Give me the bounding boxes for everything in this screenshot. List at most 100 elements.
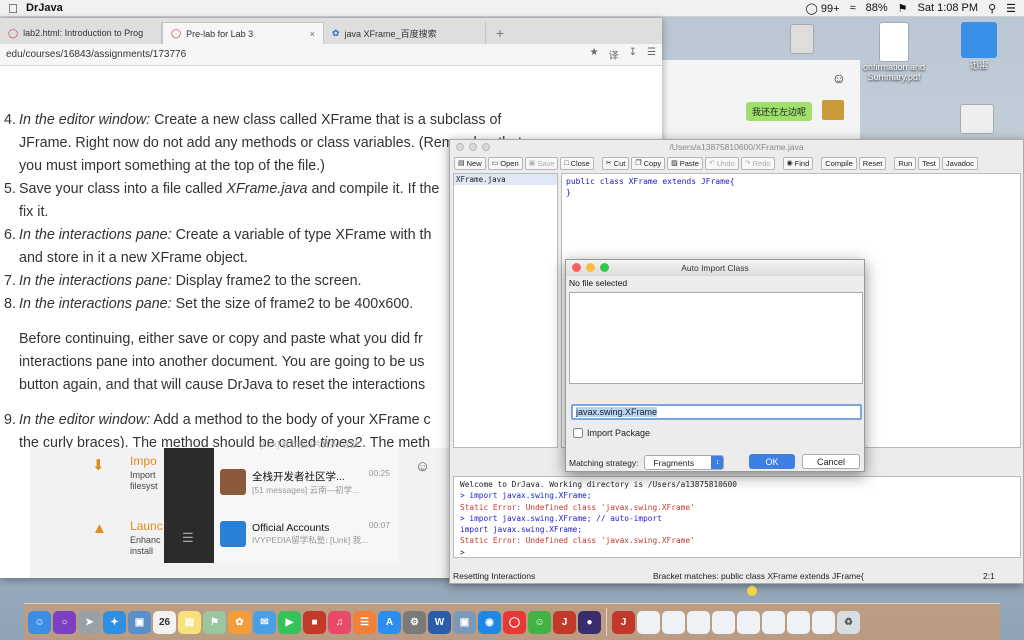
item-title[interactable]: Launc [130,519,163,533]
safari-icon[interactable]: ✦ [103,610,126,634]
desktop-drive-icon[interactable] [960,104,994,134]
close-icon[interactable] [572,263,581,272]
step-text: Add a method to the body of your XFrame … [150,412,431,428]
close-tab-icon[interactable]: × [310,29,315,39]
ok-button[interactable]: OK [749,454,795,469]
notes-icon[interactable]: ▤ [178,610,201,634]
clock[interactable]: Sat 1:08 PM [918,2,979,14]
books-icon[interactable]: ☰ [353,610,376,634]
paste-button[interactable]: ▨ Paste [667,156,703,170]
close-button[interactable]: □ Close [560,156,594,170]
window-thumbnail-icon[interactable] [712,610,735,634]
launchpad-icon[interactable]: ➤ [78,610,101,634]
copy-button[interactable]: ❐ Copy [631,156,666,170]
photo-booth-icon[interactable]: ■ [303,610,326,634]
find-button[interactable]: ◉ Find [782,156,814,170]
zoom-icon[interactable] [600,263,609,272]
wifi-icon[interactable]: ≈ [850,2,856,14]
tab-lab2[interactable]: ◯ lab2.html: Introduction to Prog [0,22,162,44]
app-store-icon[interactable]: A [378,610,401,634]
maps-icon[interactable]: ⚑ [203,610,226,634]
bookmark-star-icon[interactable]: ★ [590,47,599,62]
close-icon[interactable] [456,143,464,151]
messages-icon[interactable]: ✉ [253,610,276,634]
cut-button[interactable]: ✂ Cut [601,156,630,170]
checkbox-box[interactable] [573,428,583,438]
eclipse-icon[interactable]: ● [578,610,601,634]
wechat-status-icon[interactable]: ◯ 99+ [806,2,840,15]
translate-button[interactable]: 译 [609,47,619,62]
interactions-pane[interactable]: Welcome to DrJava. Working directory is … [453,476,1021,558]
window-thumbnail-icon[interactable] [687,610,710,634]
flag-icon[interactable]: ⚑ [898,2,908,15]
notification-center-icon[interactable]: ☰ [1006,2,1016,15]
document-item[interactable]: XFrame.java [454,174,557,185]
list-number: 4. [4,112,16,128]
pdf-icon [879,22,909,62]
minimize-icon[interactable] [586,263,595,272]
cancel-button[interactable]: Cancel [802,454,860,469]
minimize-icon[interactable] [469,143,477,151]
drjava-icon[interactable]: J [553,610,576,634]
calendar-icon[interactable]: 26 [153,610,176,634]
window-thumbnail-icon[interactable] [787,610,810,634]
drjava-doc-icon[interactable]: J [612,610,635,634]
desktop-pdf-file[interactable]: onfirmation and Summary.pdf [858,22,930,82]
tab-prelab[interactable]: ◯ Pre-lab for Lab 3 × [162,22,324,44]
facetime-icon[interactable]: ▶ [278,610,301,634]
class-name-input[interactable]: javax.swing.XFrame [571,404,862,420]
app-menu-name[interactable]: DrJava [26,2,63,14]
list-item[interactable]: Official Accounts IVYPEDIA留学私塾: [Link] 我.… [214,508,398,560]
redo-button[interactable]: ↷ Redo [740,156,775,170]
window-thumbnail-icon[interactable] [637,610,660,634]
window-thumbnail-icon[interactable] [762,610,785,634]
emoji-icon[interactable]: ☺ [415,458,430,475]
run-button[interactable]: Run [894,156,917,170]
desktop-file-icon[interactable] [790,24,814,54]
list-item[interactable]: 全栈开发者社区学... [51 messages] 云南—初学... 00:25 [214,456,398,508]
apple-icon[interactable]:  [0,1,26,16]
save-button[interactable]: ▣ Save [524,156,559,170]
new-tab-button[interactable]: + [486,22,514,44]
import-package-checkbox[interactable]: Import Package [573,428,650,438]
siri-icon[interactable]: ○ [53,610,76,634]
browser-icon[interactable]: ◉ [478,610,501,634]
preview-icon[interactable]: ▣ [128,610,151,634]
match-list[interactable] [569,292,863,384]
more-icon[interactable]: ☰ [182,530,194,546]
compile-button[interactable]: Compile [821,156,857,170]
tab-baidu[interactable]: ✿ java XFrame_百度搜索 [324,22,486,44]
strategy-select[interactable]: Fragments ↕ [644,455,725,470]
new-button[interactable]: ▤ New [454,156,486,170]
spotlight-icon[interactable]: ⚲ [988,2,996,15]
battery-indicator[interactable]: 88% [866,2,888,14]
zoom-icon[interactable] [482,143,490,151]
menu-icon[interactable]: ☰ [647,47,656,62]
canvas-icon: ◯ [8,27,19,38]
screenshot-icon[interactable]: ▣ [453,610,476,634]
javadoc-button[interactable]: Javadoc [941,156,978,170]
open-button[interactable]: ▭ Open [487,156,523,170]
paragraph-line: Before continuing, either save or copy a… [19,331,423,347]
window-thumbnail-icon[interactable] [662,610,685,634]
music-icon[interactable]: ♫ [328,610,351,634]
reset-button[interactable]: Reset [858,156,887,170]
finder-icon[interactable]: ☺ [28,610,51,634]
wechat-icon[interactable]: ☺ [528,610,551,634]
photos-icon[interactable]: ✿ [228,610,251,634]
button-label: Find [794,158,810,168]
word-icon[interactable]: W [428,610,451,634]
window-thumbnail-icon[interactable] [737,610,760,634]
system-preferences-icon[interactable]: ⚙ [403,610,426,634]
undo-button[interactable]: ↶ Undo [704,156,739,170]
netease-music-icon[interactable]: ◯ [503,610,526,634]
download-icon[interactable]: ↧ [629,47,637,62]
window-thumbnail-icon[interactable] [812,610,835,634]
test-button[interactable]: Test [918,156,940,170]
console-line: > import javax.swing.XFrame; [460,491,592,501]
trash-icon[interactable]: ♻ [837,610,860,634]
item-title[interactable]: Impo [130,454,157,468]
desktop-app-xunlei[interactable]: 迅雷 [955,22,1003,71]
url-bar[interactable]: edu/courses/16843/assignments/173776 ★ 译… [0,44,662,66]
person-icon[interactable]: ☺ [832,70,846,86]
